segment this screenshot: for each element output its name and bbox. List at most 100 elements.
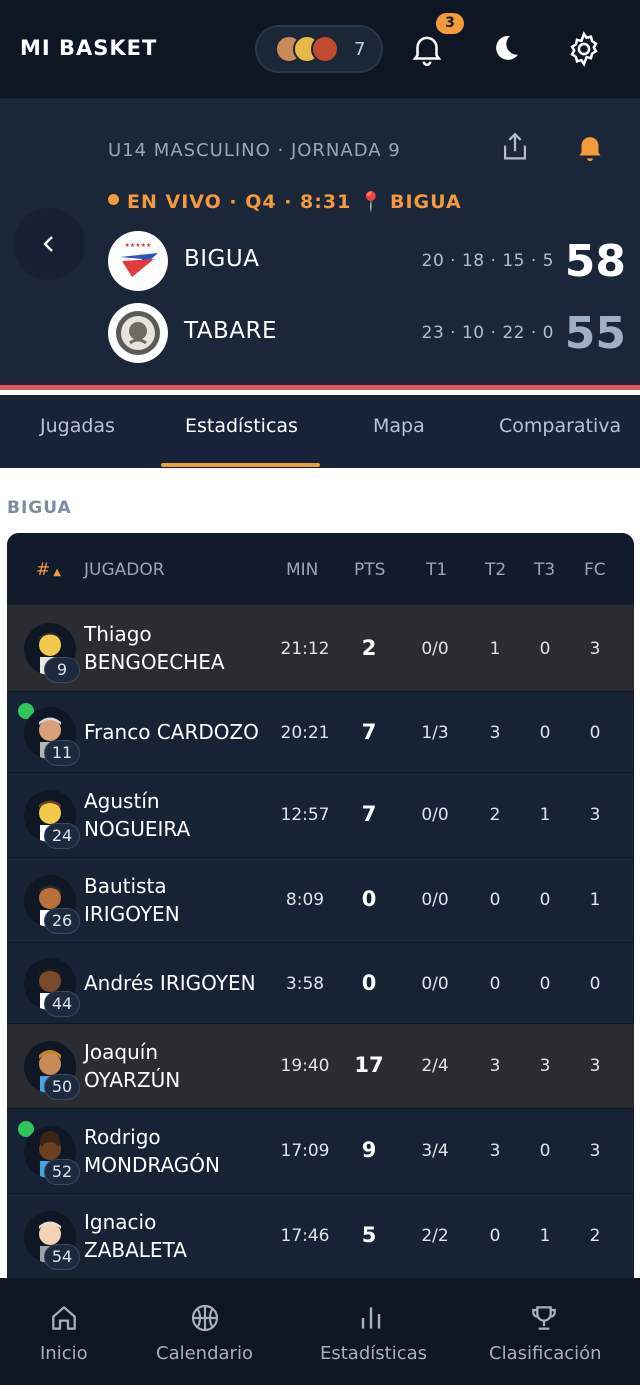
- stat-t2: 0: [489, 890, 501, 910]
- player-last-name: ZABALETA: [84, 1238, 187, 1262]
- stat-min: 3:58: [285, 974, 325, 994]
- tab-estadisticas[interactable]: Estadísticas: [185, 415, 298, 437]
- stat-pts: 0: [361, 971, 377, 995]
- stat-t1: 0/0: [421, 805, 449, 825]
- stat-t2: 3: [489, 1056, 501, 1076]
- tab-mapa[interactable]: Mapa: [373, 415, 425, 437]
- stat-pts: 2: [361, 636, 377, 660]
- stat-t2: 3: [489, 723, 501, 743]
- stat-t3: 3: [539, 1056, 551, 1076]
- stat-fc: 1: [589, 890, 601, 910]
- player-last-name: MONDRAGÓN: [84, 1153, 220, 1177]
- nav-label: Inicio: [40, 1343, 88, 1364]
- home-team-logo: ★★★★★: [108, 231, 168, 291]
- stat-t2: 2: [489, 805, 501, 825]
- stat-pts: 5: [361, 1223, 377, 1247]
- home-quarter-scores: 20 · 18 · 15 · 5: [421, 251, 554, 271]
- bottom-navigation: Inicio Calendario Estadísticas Clasifica…: [0, 1278, 640, 1385]
- stat-pts: 0: [361, 887, 377, 911]
- stat-t1: 0/0: [421, 639, 449, 659]
- stat-fc: 3: [589, 1141, 601, 1161]
- stat-min: 12:57: [280, 805, 330, 825]
- col-min[interactable]: MIN: [286, 560, 318, 580]
- table-header: # ▲ JUGADOR MIN PTS T1 T2 T3 FC: [7, 533, 634, 605]
- stat-t3: 1: [539, 1226, 551, 1246]
- live-status: EN VIVO · Q4 · 8:31 📍 BIGUA: [108, 190, 462, 213]
- jersey-number: 54: [44, 1244, 80, 1270]
- stat-t2: 0: [489, 1226, 501, 1246]
- stat-t3: 0: [539, 639, 551, 659]
- venue: BIGUA: [390, 191, 462, 213]
- stat-pts: 17: [354, 1053, 384, 1077]
- stat-t3: 1: [539, 805, 551, 825]
- sort-number-header[interactable]: # ▲: [36, 560, 61, 580]
- stat-fc: 0: [589, 723, 601, 743]
- stat-fc: 3: [589, 805, 601, 825]
- col-pts[interactable]: PTS: [354, 560, 385, 580]
- nav-label: Clasificación: [489, 1343, 602, 1364]
- match-alert-bell-icon[interactable]: [573, 130, 607, 164]
- stat-min: 8:09: [285, 890, 325, 910]
- nav-calendario[interactable]: Calendario: [128, 1278, 280, 1385]
- col-fc[interactable]: FC: [584, 560, 606, 580]
- col-t3[interactable]: T3: [534, 560, 555, 580]
- col-player[interactable]: JUGADOR: [84, 560, 165, 580]
- player-name: Thiago BENGOECHEA: [84, 620, 225, 676]
- live-status-text: EN VIVO · Q4 · 8:31: [127, 191, 352, 213]
- player-last-name: NOGUEIRA: [84, 817, 191, 841]
- settings-gear-icon[interactable]: [565, 30, 603, 68]
- stat-t3: 0: [539, 723, 551, 743]
- location-pin-icon: 📍: [359, 191, 384, 213]
- back-button[interactable]: [13, 208, 85, 280]
- stat-t3: 0: [539, 1141, 551, 1161]
- stat-pts: 7: [361, 802, 377, 826]
- stat-t1: 0/0: [421, 974, 449, 994]
- stat-min: 17:46: [280, 1226, 330, 1246]
- player-first-name: Ignacio: [84, 1210, 157, 1234]
- tab-comparativa[interactable]: Comparativa: [499, 415, 621, 437]
- top-app-bar: MI BASKET 7 3: [0, 0, 640, 98]
- table-row[interactable]: 24 Agustín NOGUEIRA 12:57 7 0/0 2 1 3: [7, 773, 634, 858]
- share-icon[interactable]: [498, 130, 532, 164]
- match-header: U14 MASCULINO · JORNADA 9 EN VIVO · Q4 ·…: [0, 98, 640, 390]
- player-first-name: Bautista: [84, 874, 167, 898]
- stat-t3: 0: [539, 890, 551, 910]
- tab-jugadas[interactable]: Jugadas: [40, 415, 115, 437]
- stat-t2: 3: [489, 1141, 501, 1161]
- table-row[interactable]: 44 Andrés IRIGOYEN 3:58 0 0/0 0 0 0: [7, 943, 634, 1024]
- player-last-name: BENGOECHEA: [84, 650, 225, 674]
- col-t1[interactable]: T1: [426, 560, 447, 580]
- table-row[interactable]: 11 Franco CARDOZO 20:21 7 1/3 3 0 0: [7, 692, 634, 773]
- col-t2[interactable]: T2: [485, 560, 506, 580]
- nav-estadisticas[interactable]: Estadísticas: [300, 1278, 450, 1385]
- player-last-name: OYARZÚN: [84, 1068, 181, 1092]
- table-row[interactable]: 52 Rodrigo MONDRAGÓN 17:09 9 3/4 3 0 3: [7, 1109, 634, 1194]
- table-row[interactable]: 26 Bautista IRIGOYEN 8:09 0 0/0 0 0 1: [7, 858, 634, 943]
- away-team-logo: [108, 303, 168, 363]
- nav-clasificacion[interactable]: Clasificación: [470, 1278, 640, 1385]
- notifications-bell-icon[interactable]: [408, 30, 446, 68]
- match-tabs: Jugadas Estadísticas Mapa Comparativa: [0, 395, 640, 468]
- home-team-name: BIGUA: [184, 246, 260, 272]
- stat-pts: 9: [361, 1138, 377, 1162]
- home-icon: [52, 1305, 76, 1330]
- player-name: Rodrigo MONDRAGÓN: [84, 1123, 220, 1179]
- jersey-number: 50: [44, 1074, 80, 1100]
- trophy-icon: [532, 1306, 556, 1330]
- table-row[interactable]: 9 Thiago BENGOECHEA 21:12 2 0/0 1 0 3: [7, 605, 634, 692]
- stat-t1: 1/3: [421, 723, 449, 743]
- jersey-number: 9: [44, 657, 80, 683]
- player-name: Agustín NOGUEIRA: [84, 787, 190, 843]
- player-name: Ignacio ZABALETA: [84, 1208, 187, 1264]
- svg-text:★★★★★: ★★★★★: [125, 242, 152, 249]
- player-name: Franco CARDOZO: [84, 720, 259, 744]
- jersey-number: 52: [44, 1159, 80, 1185]
- stat-fc: 0: [589, 974, 601, 994]
- stat-min: 20:21: [280, 723, 330, 743]
- dark-mode-moon-icon[interactable]: [490, 32, 522, 64]
- stat-t1: 3/4: [421, 1141, 449, 1161]
- nav-inicio[interactable]: Inicio: [0, 1278, 128, 1385]
- away-team-name: TABARE: [184, 318, 278, 344]
- followed-players-pill[interactable]: 7: [255, 25, 383, 73]
- table-row[interactable]: 50 Joaquín OYARZÚN 19:40 17 2/4 3 3 3: [7, 1024, 634, 1109]
